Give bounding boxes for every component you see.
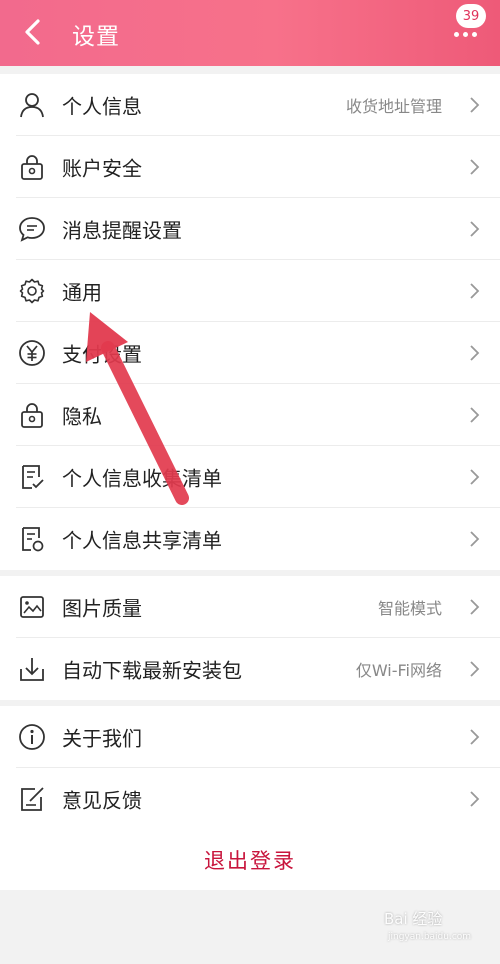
watermark-text: Bai 经验 xyxy=(384,910,443,928)
settings-group-media: 图片质量 智能模式 自动下载最新安装包 仅Wi-Fi网络 xyxy=(0,576,500,700)
logout-button[interactable]: 退出登录 xyxy=(0,830,500,890)
user-icon xyxy=(20,93,44,118)
edit-icon xyxy=(21,787,44,811)
row-label: 账户安全 xyxy=(62,156,142,181)
chevron-right-icon xyxy=(470,407,480,423)
row-label: 自动下载最新安装包 xyxy=(62,658,242,683)
chevron-right-icon xyxy=(470,729,480,745)
row-label: 消息提醒设置 xyxy=(62,218,182,243)
settings-group-account: 个人信息 收货地址管理 账户安全 消息提醒设置 通用 支付设置 隐私 个人信息收… xyxy=(0,74,500,570)
chevron-right-icon xyxy=(470,97,480,113)
app-header: 设置 39 xyxy=(0,0,500,66)
chevron-right-icon xyxy=(470,791,480,807)
chevron-right-icon xyxy=(470,599,480,615)
row-account-security[interactable]: 账户安全 xyxy=(0,136,500,198)
row-value: 智能模式 xyxy=(377,599,442,618)
row-label: 隐私 xyxy=(62,404,102,429)
row-value: 仅Wi-Fi网络 xyxy=(355,661,442,680)
row-label: 图片质量 xyxy=(62,596,142,621)
row-label: 个人信息收集清单 xyxy=(62,466,222,491)
row-payment-settings[interactable]: 支付设置 xyxy=(0,322,500,384)
chevron-left-icon xyxy=(25,19,40,45)
baidu-watermark: Bai 经验 jingyan.baidu.com xyxy=(384,908,494,946)
lock-icon xyxy=(21,155,43,180)
row-label: 个人信息 xyxy=(62,94,142,119)
page-title: 设置 xyxy=(72,24,120,50)
row-image-quality[interactable]: 图片质量 智能模式 xyxy=(0,576,500,638)
notification-badge: 39 xyxy=(456,4,486,28)
chevron-right-icon xyxy=(470,345,480,361)
more-dot-icon xyxy=(462,31,468,37)
chevron-right-icon xyxy=(470,283,480,299)
row-label: 个人信息共享清单 xyxy=(62,528,222,553)
row-label: 关于我们 xyxy=(62,726,142,751)
back-button[interactable] xyxy=(14,14,50,50)
row-info-collection-list[interactable]: 个人信息收集清单 xyxy=(0,446,500,508)
row-value: 收货地址管理 xyxy=(345,97,442,116)
row-label: 意见反馈 xyxy=(62,788,142,813)
info-icon xyxy=(19,724,45,750)
share-list-icon xyxy=(22,527,44,552)
row-privacy[interactable]: 隐私 xyxy=(0,384,500,446)
chevron-right-icon xyxy=(470,469,480,485)
row-personal-info[interactable]: 个人信息 收货地址管理 xyxy=(0,74,500,136)
chat-bubble-icon xyxy=(19,217,45,242)
chevron-right-icon xyxy=(470,221,480,237)
chevron-right-icon xyxy=(470,159,480,175)
row-label: 支付设置 xyxy=(62,342,142,367)
image-icon xyxy=(20,596,44,618)
row-info-sharing-list[interactable]: 个人信息共享清单 xyxy=(0,508,500,570)
gear-icon xyxy=(19,278,45,304)
chevron-right-icon xyxy=(470,661,480,677)
chevron-right-icon xyxy=(470,531,480,547)
download-icon xyxy=(20,658,44,681)
yen-icon xyxy=(19,340,45,366)
watermark-url: jingyan.baidu.com xyxy=(388,932,472,942)
row-auto-download[interactable]: 自动下载最新安装包 仅Wi-Fi网络 xyxy=(0,638,500,700)
more-dot-icon xyxy=(471,31,477,37)
lock-icon xyxy=(21,403,43,428)
row-general[interactable]: 通用 xyxy=(0,260,500,322)
settings-group-about: 关于我们 意见反馈 xyxy=(0,706,500,830)
row-message-reminder[interactable]: 消息提醒设置 xyxy=(0,198,500,260)
row-label: 通用 xyxy=(62,280,102,305)
row-feedback[interactable]: 意见反馈 xyxy=(0,768,500,830)
checklist-icon xyxy=(22,465,44,489)
row-about-us[interactable]: 关于我们 xyxy=(0,706,500,768)
more-dot-icon xyxy=(453,31,459,37)
